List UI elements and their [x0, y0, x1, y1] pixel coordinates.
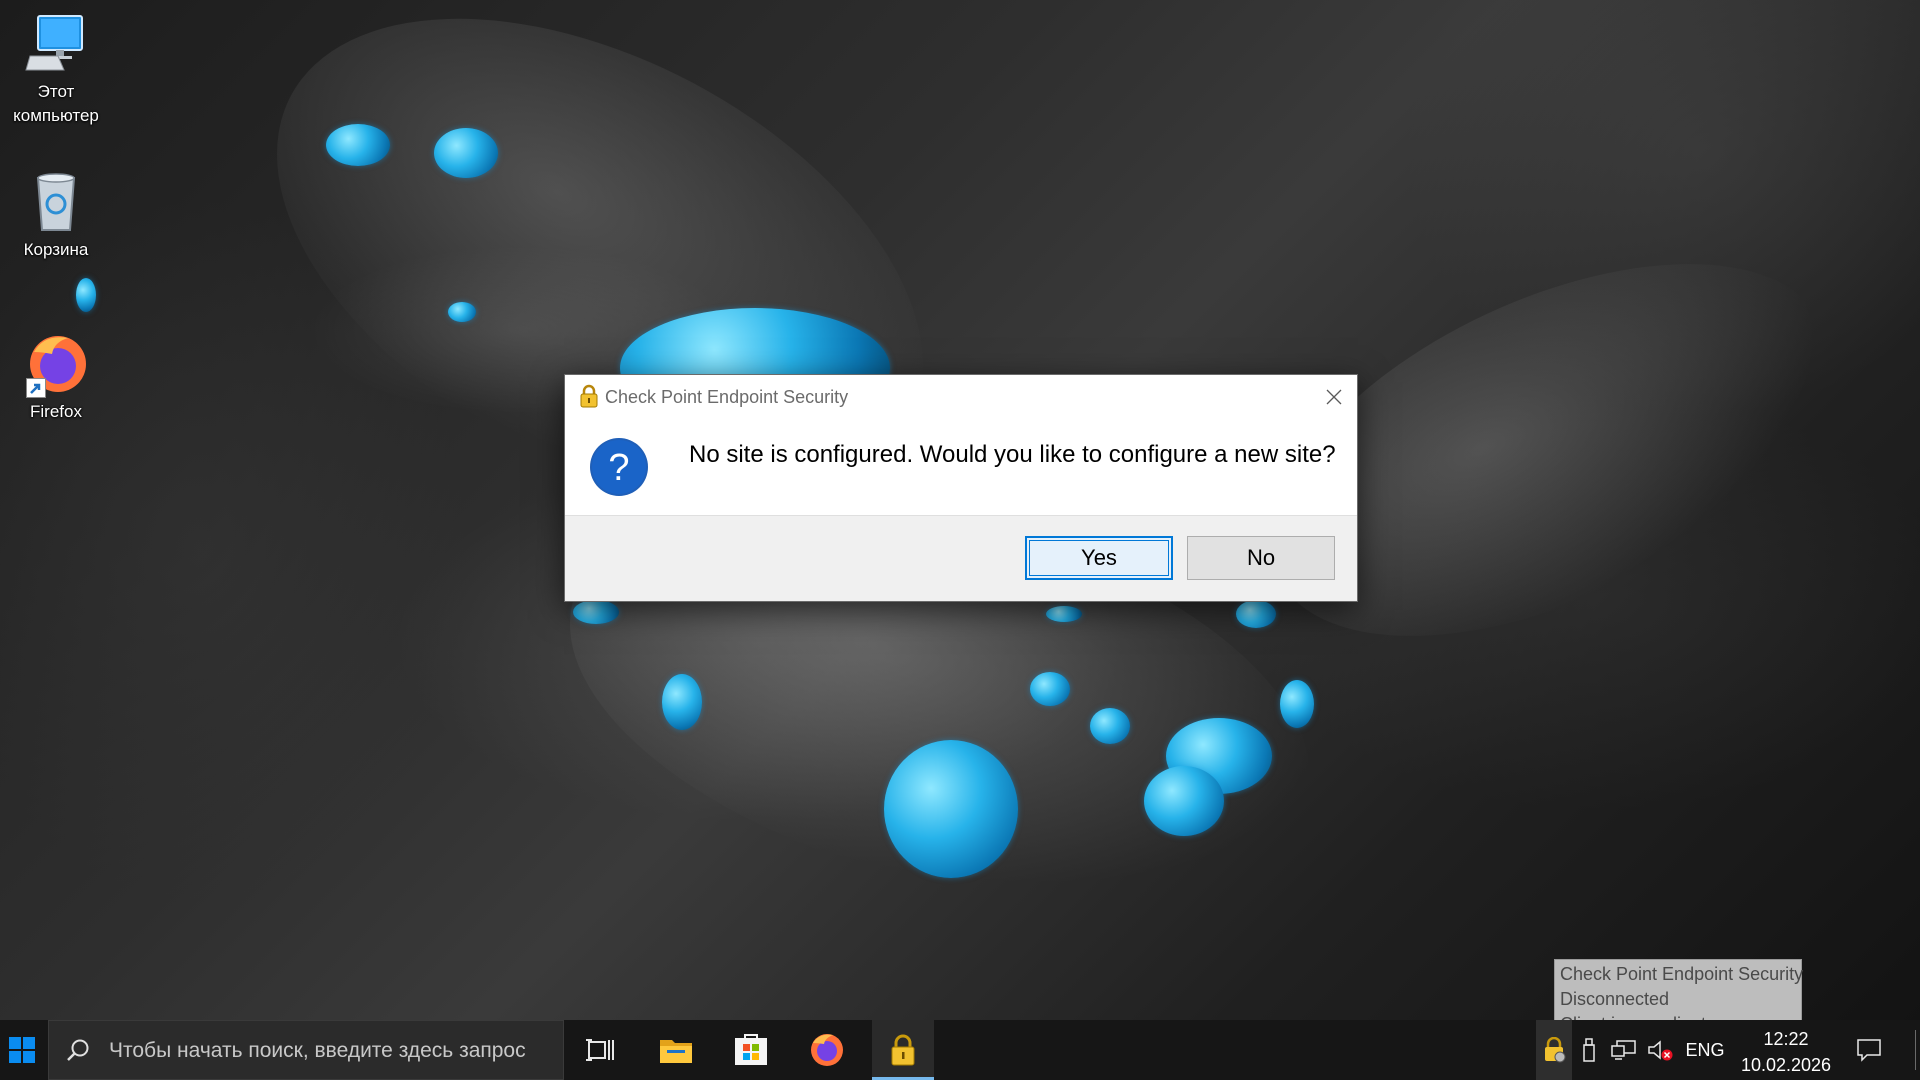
tooltip-line: Check Point Endpoint Security [1560, 964, 1804, 984]
wallpaper-drop [662, 674, 702, 730]
question-icon: ? [589, 437, 649, 497]
dialog-body: ? No site is configured. Would you like … [565, 419, 1357, 517]
desktop-icon-label: Firefox [30, 402, 82, 421]
desktop-icon-this-pc[interactable]: Этот компьютер [8, 12, 104, 128]
check-point-lock-icon [1545, 1037, 1566, 1063]
file-explorer-icon [660, 1040, 692, 1063]
tray-network[interactable] [1608, 1020, 1640, 1080]
taskbar: Чтобы начать поиск, введите здесь запрос [0, 1020, 1920, 1080]
windows-icon [9, 1037, 35, 1063]
wallpaper-drop [434, 128, 498, 178]
desktop-icon-firefox[interactable]: Firefox [8, 332, 104, 424]
tray-language[interactable]: ENG [1680, 1020, 1730, 1080]
wallpaper-drop [1144, 766, 1224, 836]
computer-icon [24, 12, 88, 76]
check-point-dialog: Check Point Endpoint Security ? No site … [564, 374, 1358, 602]
tray-volume[interactable] [1644, 1020, 1676, 1080]
check-point-lock-icon [891, 1034, 915, 1066]
desktop-icon-label: Этот [37, 82, 75, 101]
close-icon [1326, 389, 1342, 405]
wallpaper-drop [448, 302, 476, 322]
network-icon [1611, 1040, 1636, 1060]
wallpaper-drop [1046, 606, 1082, 622]
clock-date: 10.02.2026 [1740, 1055, 1832, 1075]
dialog-titlebar[interactable]: Check Point Endpoint Security [565, 375, 1357, 419]
no-button[interactable]: No [1187, 536, 1335, 580]
usb-drive-icon [1583, 1038, 1595, 1062]
tray-clock[interactable]: 12:22 10.02.2026 [1736, 1026, 1836, 1078]
desktop-icon-label: компьютер [13, 106, 99, 125]
wallpaper-drop [573, 600, 619, 624]
search-placeholder: Чтобы начать поиск, введите здесь запрос [109, 1039, 526, 1062]
desktop-icon-recycle-bin[interactable]: Корзина [8, 170, 104, 262]
clock-time: 12:22 [1763, 1029, 1809, 1049]
dialog-message: No site is configured. Would you like to… [689, 441, 1336, 468]
task-view-button[interactable] [570, 1020, 632, 1080]
wallpaper-drop [1030, 672, 1070, 706]
taskbar-file-explorer[interactable] [645, 1020, 707, 1080]
show-desktop-divider [1914, 1030, 1916, 1070]
focus-rectangle [1029, 540, 1169, 576]
svg-text:?: ? [608, 447, 629, 489]
language-indicator: ENG [1685, 1039, 1725, 1060]
wallpaper-drop [1236, 600, 1276, 628]
start-button[interactable] [0, 1020, 48, 1080]
wallpaper-drop [1280, 680, 1314, 728]
search-icon [65, 1038, 91, 1064]
dialog-footer: Yes No [565, 515, 1357, 601]
wallpaper-drop [326, 124, 390, 166]
yes-button[interactable]: Yes [1025, 536, 1173, 580]
microsoft-store-icon [735, 1034, 767, 1065]
wallpaper-drop [884, 740, 1018, 878]
taskbar-microsoft-store[interactable] [720, 1020, 782, 1080]
recycle-bin-icon [24, 170, 88, 234]
tray-usb-device[interactable] [1576, 1020, 1602, 1080]
firefox-icon [811, 1034, 843, 1066]
taskbar-check-point[interactable] [872, 1020, 934, 1080]
show-desktop-button[interactable] [1910, 1020, 1920, 1080]
taskbar-firefox[interactable] [796, 1020, 858, 1080]
shortcut-arrow-icon [26, 378, 46, 398]
tray-check-point[interactable] [1536, 1020, 1572, 1080]
no-button-label: No [1246, 545, 1276, 570]
task-view-icon [586, 1039, 614, 1061]
check-point-lock-icon [579, 384, 599, 408]
desktop-icon-label: Корзина [23, 240, 89, 259]
firefox-icon [24, 332, 88, 398]
dialog-title: Check Point Endpoint Security [605, 387, 849, 407]
close-button[interactable] [1311, 375, 1357, 419]
wallpaper-drop [76, 278, 96, 312]
notification-icon [1857, 1039, 1881, 1062]
action-center-button[interactable] [1846, 1020, 1892, 1080]
tooltip-line: Disconnected [1560, 989, 1670, 1009]
wallpaper-drop [1090, 708, 1130, 744]
search-box[interactable]: Чтобы начать поиск, введите здесь запрос [48, 1020, 564, 1080]
speaker-muted-icon [1648, 1040, 1673, 1061]
